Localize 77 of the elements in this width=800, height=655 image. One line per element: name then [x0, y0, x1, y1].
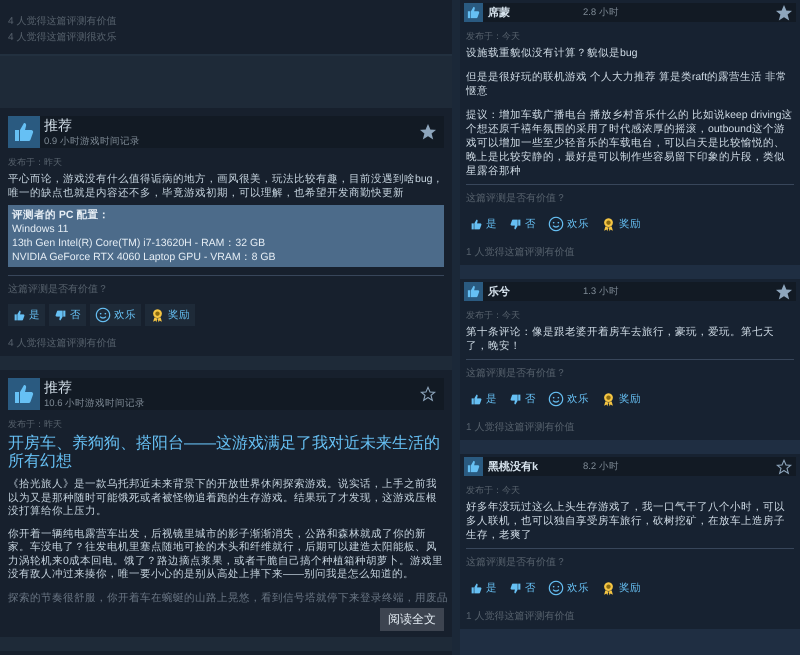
verdict-label: 推荐 — [44, 378, 73, 396]
pc-config-line: 13th Gen Intel(R) Core(TM) i7-13620H - RAM：32 GB — [12, 236, 266, 250]
thumbs-down-icon — [509, 582, 522, 594]
review-text: 《拾光旅人》是一款乌托邦近未来背景下的开放世界休闲探索游戏。说实话，上手之前我以为又是那种随时可能饿死或者被怪物追着跑的生存游戏。结果玩了才发现，这游戏压根没打算给你上压力。 — [8, 478, 438, 518]
posted-date: 发布于：今天 — [466, 30, 521, 43]
vote-button[interactable]: 否 — [505, 213, 540, 235]
award-icon — [601, 216, 616, 232]
faded-text: 探索的节奏很舒服，你开着车在蜿蜒的山路上晃悠，看到信号塔就停下来登录终端，用废品 — [8, 590, 448, 604]
helpful-question: 这篇评测是否有价值？ — [466, 192, 567, 205]
reviewer-name[interactable]: 黑桃没有k — [488, 459, 578, 474]
review-text: 但是是很好玩的联机游戏 个人大力推荐 算是类raft的露营生活 非常惬意 — [466, 70, 788, 98]
review-text: 第十条评论：像是跟老婆开着房车去旅行，豪玩，爱玩。第七天了，晚安！ — [466, 325, 775, 353]
playtime: 2.8 小时 — [583, 6, 620, 19]
playtime: 8.2 小时 — [583, 460, 620, 473]
posted-date: 发布于：今天 — [466, 484, 521, 497]
vote-button[interactable]: 否 — [49, 304, 86, 326]
pc-config-line: Windows 11 — [12, 222, 70, 236]
vote-button[interactable]: 欢乐 — [90, 304, 141, 326]
vote-button[interactable]: 是 — [466, 388, 501, 410]
helpful-question: 这篇评测是否有价值？ — [8, 282, 109, 296]
vote-button[interactable]: 欢乐 — [544, 213, 593, 235]
star-icon[interactable] — [776, 284, 792, 300]
helpful-question: 这篇评测是否有价值？ — [466, 366, 567, 380]
award-icon — [150, 308, 165, 322]
vote-button[interactable]: 奖励 — [597, 388, 645, 410]
playtime: 0.9 小时游戏时间记录 — [44, 134, 141, 148]
thumbs-down-icon — [509, 392, 522, 406]
pc-config-label: 评测者的 PC 配置： — [12, 208, 110, 222]
posted-date: 发布于：今天 — [466, 309, 521, 322]
award-icon — [601, 580, 616, 596]
review-text: 好多年没玩过这么上头生存游戏了，我一口气干了八个小时，可以多人联机，也可以独自享受房车旅行，砍树挖矿，在放车上造房子生存，老爽了 — [466, 500, 786, 542]
review-text: 提议：增加车载广播电台 播放乡村音乐什么的 比如说keep driving这个想还原千禧年氛围的采用了时代感浓厚的摇滚，outbound这个游戏可以增加一些至少轻音乐的车载电台，可以白天是比较愉悦的、晚上是比较安静的，最好是可以制作些容易留下印象的片段，类似星露谷那种 — [466, 108, 794, 178]
helpful-count: 4 人觉得这篇评测有价值 — [8, 336, 118, 350]
review-text: 你开着一辆纯电露营车出发，后视镜里城市的影子渐渐消失，公路和森林就成了你的新家。车没电了？往发电机里塞点随地可捡的木头和纤维就行，后期可以建造太阳能板、风力涡轮机来0成本回电。饿了？路边摘点浆果，或者干脆自己搞个种植箱种胡萝卜。游戏里没有敌人冲过来揍你，唯一要小心的是别从高处上摔下来——别问我是怎么知道的。 — [8, 528, 444, 582]
helpful-question: 这篇评测是否有价值？ — [466, 556, 567, 569]
vote-button[interactable]: 欢乐 — [544, 388, 593, 410]
review-title: 开房车、养狗狗、搭阳台——这游戏满足了我对近未来生活的所有幻想 — [8, 435, 441, 471]
smiley-icon — [95, 307, 111, 323]
review-text: 平心而论，游戏没有什么值得诟病的地方，画风很美，玩法比较有趣，目前没遇到啥bug，唯一的缺点也就是内容还不多，毕竟游戏初期，可以理解，也希望开发商勤快更新 — [8, 173, 444, 200]
thumbs-down-icon — [509, 218, 522, 230]
star-icon[interactable] — [420, 386, 436, 402]
thumbs-up-icon — [470, 392, 483, 406]
vote-button[interactable]: 奖励 — [597, 577, 645, 599]
verdict-label: 推荐 — [44, 116, 73, 134]
vote-button[interactable]: 欢乐 — [544, 577, 593, 599]
smiley-icon — [548, 391, 564, 407]
vote-button[interactable]: 否 — [505, 388, 540, 410]
helpful-count: 1 人觉得这篇评测有价值 — [466, 246, 576, 259]
review-text: 设施载重貌似没有计算？貌似是bug — [466, 46, 639, 60]
vote-button[interactable]: 是 — [8, 304, 45, 326]
smiley-icon — [548, 580, 564, 596]
helpful-count: 4 人觉得这篇评测有价值 — [8, 14, 118, 28]
vote-button[interactable]: 奖励 — [597, 213, 645, 235]
vote-button[interactable]: 是 — [466, 213, 501, 235]
star-icon[interactable] — [420, 124, 436, 140]
thumbs-up-icon — [470, 218, 483, 230]
star-icon[interactable] — [776, 458, 792, 474]
vote-button[interactable]: 否 — [505, 577, 540, 599]
playtime: 10.6 小时游戏时间记录 — [44, 396, 146, 410]
star-icon[interactable] — [776, 4, 792, 20]
pc-config-line: NVIDIA GeForce RTX 4060 Laptop GPU - VRAM：8 GB — [12, 250, 276, 264]
posted-date: 发布于：昨天 — [8, 418, 63, 431]
read-more-button[interactable]: 阅读全文 — [380, 608, 444, 630]
smiley-icon — [548, 216, 564, 232]
award-icon — [601, 392, 616, 406]
helpful-count: 1 人觉得这篇评测有价值 — [466, 610, 576, 623]
vote-button[interactable]: 奖励 — [145, 304, 195, 326]
thumbs-down-icon — [54, 308, 67, 322]
posted-date: 发布于：昨天 — [8, 156, 63, 169]
reviewer-name[interactable]: 席蒙 — [488, 5, 578, 20]
helpful-count: 4 人觉得这篇评测很欢乐 — [8, 30, 118, 44]
thumbs-up-icon — [470, 582, 483, 594]
playtime: 1.3 小时 — [583, 285, 620, 298]
helpful-count: 1 人觉得这篇评测有价值 — [466, 420, 576, 434]
reviewer-name[interactable]: 乐兮 — [488, 284, 578, 299]
vote-button[interactable]: 是 — [466, 577, 501, 599]
thumbs-up-icon — [13, 308, 26, 322]
